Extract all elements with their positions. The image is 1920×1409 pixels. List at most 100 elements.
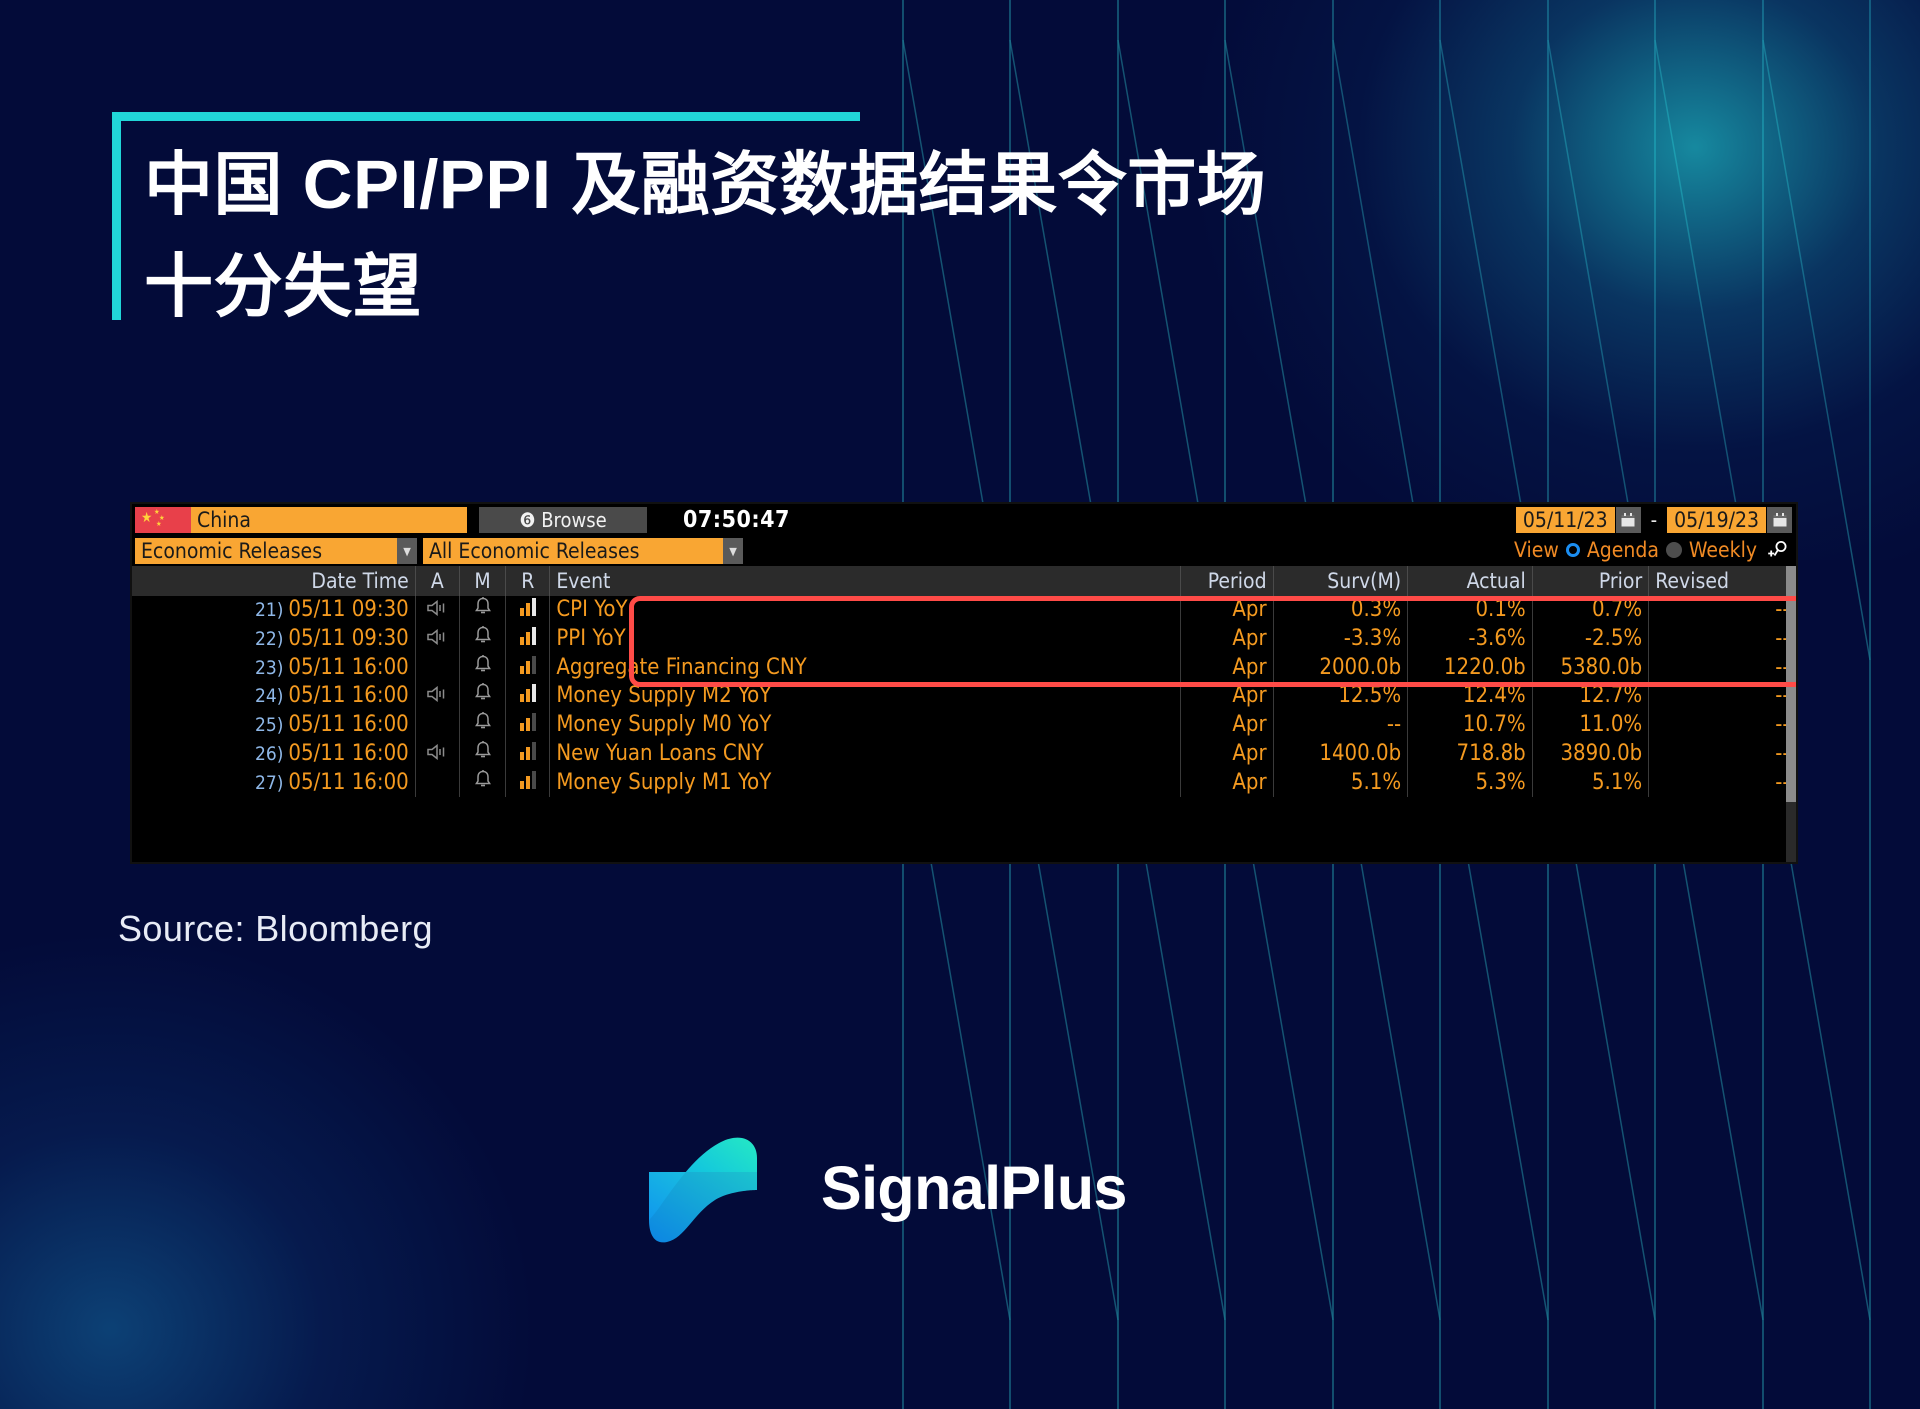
- browse-button[interactable]: ❻ Browse: [479, 507, 647, 533]
- col-a[interactable]: A: [415, 566, 460, 596]
- calendar-from-icon[interactable]: [1615, 507, 1641, 533]
- col-period[interactable]: Period: [1180, 566, 1274, 596]
- speaker-icon[interactable]: [426, 625, 448, 654]
- col-prior[interactable]: Prior: [1532, 566, 1650, 596]
- cell-surv: -3.3%: [1273, 624, 1409, 654]
- cell-relevance: [505, 682, 551, 711]
- view-mode-controls: View Agenda Weekly: [1514, 538, 1790, 562]
- calendar-to-icon[interactable]: [1767, 507, 1792, 533]
- cell-audio-alert[interactable]: [415, 711, 460, 740]
- view-option-weekly-label[interactable]: Weekly: [1689, 538, 1757, 562]
- cell-period: Apr: [1180, 624, 1274, 654]
- terminal-toolbar-row-1: ★★ ★★ China ❻ Browse 07:50:47 05/11/23: [132, 504, 1796, 536]
- speaker-icon[interactable]: [426, 682, 448, 711]
- cell-date-time: 24) 05/11 16:00: [132, 682, 416, 711]
- col-m[interactable]: M: [459, 566, 507, 596]
- cell-audio-alert[interactable]: [415, 739, 460, 769]
- filter-chevron-down-icon[interactable]: ▼: [723, 538, 743, 564]
- cell-prior: 3890.0b: [1532, 739, 1650, 769]
- cell-relevance: [505, 653, 551, 683]
- category-chevron-down-icon[interactable]: ▼: [397, 538, 417, 564]
- category-select[interactable]: Economic Releases: [135, 538, 397, 564]
- col-event[interactable]: Event: [549, 566, 1182, 596]
- table-row[interactable]: 24) 05/11 16:00 Money Supply M2 YoY Apr 12.5…: [132, 682, 1796, 711]
- cell-surv: 5.1%: [1273, 768, 1409, 798]
- row-date-time: 05/11 16:00: [288, 683, 409, 709]
- cell-actual: 5.3%: [1407, 768, 1533, 798]
- bell-icon[interactable]: [474, 740, 492, 769]
- cell-surv: --: [1273, 711, 1409, 740]
- radio-agenda[interactable]: [1565, 543, 1580, 557]
- bell-icon[interactable]: [474, 769, 492, 798]
- source-label: Source: Bloomberg: [118, 908, 433, 949]
- cell-event: Money Supply M2 YoY: [549, 682, 1182, 711]
- col-r[interactable]: R: [505, 566, 551, 596]
- cell-alarm[interactable]: [459, 768, 507, 798]
- table-row[interactable]: 21) 05/11 09:30 CPI YoY Apr 0.3% 0.1% 0.7% --: [132, 596, 1796, 625]
- country-input[interactable]: China: [191, 507, 467, 533]
- bottom-left-glow: [0, 919, 550, 1409]
- cell-revised: --: [1648, 653, 1796, 683]
- cell-alarm[interactable]: [459, 624, 507, 654]
- cell-audio-alert[interactable]: [415, 596, 460, 625]
- cell-audio-alert[interactable]: [415, 624, 460, 654]
- cell-alarm[interactable]: [459, 739, 507, 769]
- cell-period: Apr: [1180, 653, 1274, 683]
- col-actual[interactable]: Actual: [1407, 566, 1533, 596]
- bell-icon[interactable]: [474, 596, 492, 625]
- add-person-search-icon[interactable]: [1766, 539, 1790, 561]
- row-index: 25): [254, 714, 284, 737]
- cell-period: Apr: [1180, 596, 1274, 625]
- col-date-time[interactable]: Date Time: [132, 566, 416, 596]
- filter-select[interactable]: All Economic Releases: [423, 538, 723, 564]
- speaker-icon[interactable]: [426, 740, 448, 769]
- cell-audio-alert[interactable]: [415, 653, 460, 683]
- relevance-bars-icon: [519, 713, 536, 732]
- bell-icon[interactable]: [474, 711, 492, 740]
- table-row[interactable]: 23) 05/11 16:00 Aggregate Financing CNY Apr…: [132, 653, 1796, 683]
- browse-icon: ❻: [519, 508, 542, 532]
- date-range-separator: -: [1650, 508, 1658, 532]
- cell-alarm[interactable]: [459, 711, 507, 740]
- row-date-time: 05/11 16:00: [288, 654, 409, 680]
- cell-relevance: [505, 624, 551, 654]
- scrollbar-thumb[interactable]: [1786, 566, 1796, 802]
- cell-event: New Yuan Loans CNY: [549, 739, 1182, 769]
- cell-alarm[interactable]: [459, 596, 507, 625]
- table-scrollbar[interactable]: [1786, 566, 1796, 862]
- cell-surv: 1400.0b: [1273, 739, 1409, 769]
- cell-audio-alert[interactable]: [415, 682, 460, 711]
- cell-audio-alert[interactable]: [415, 768, 460, 798]
- cell-prior: 5380.0b: [1532, 653, 1650, 683]
- row-index: 22): [254, 627, 284, 650]
- table-row[interactable]: 25) 05/11 16:00 Money Supply M0 YoY Apr -- 10…: [132, 711, 1796, 740]
- table-row[interactable]: 26) 05/11 16:00 New Yuan Loans CNY Apr 1400.…: [132, 739, 1796, 769]
- cell-date-time: 23) 05/11 16:00: [132, 653, 416, 683]
- cell-date-time: 27) 05/11 16:00: [132, 768, 416, 798]
- table-row[interactable]: 22) 05/11 09:30 PPI YoY Apr -3.3% -3.6% -2.5% -…: [132, 624, 1796, 654]
- speaker-icon[interactable]: [426, 596, 448, 625]
- view-option-agenda-label[interactable]: Agenda: [1587, 538, 1659, 562]
- col-revised[interactable]: Revised: [1648, 566, 1796, 596]
- page-title: 中国 CPI/PPI 及融资数据结果令市场 十分失望: [144, 146, 1267, 326]
- date-from-input[interactable]: 05/11/23: [1515, 507, 1615, 533]
- relevance-bars-icon: [519, 770, 536, 789]
- bell-icon[interactable]: [474, 625, 492, 654]
- radio-weekly[interactable]: [1665, 542, 1682, 558]
- cell-alarm[interactable]: [459, 653, 507, 683]
- bell-icon[interactable]: [474, 654, 492, 683]
- cell-prior: 12.7%: [1532, 682, 1650, 711]
- row-date-time: 05/11 16:00: [288, 769, 409, 795]
- row-date-time: 05/11 09:30: [288, 597, 409, 623]
- col-surv[interactable]: Surv(M): [1273, 566, 1409, 596]
- cell-period: Apr: [1180, 768, 1274, 798]
- date-to-input[interactable]: 05/19/23: [1667, 507, 1766, 533]
- economic-releases-table: Date Time A M R Event Period Surv(M) Act…: [132, 566, 1796, 798]
- table-row[interactable]: 27) 05/11 16:00 Money Supply M1 YoY Apr 5.1%…: [132, 768, 1796, 798]
- cell-alarm[interactable]: [459, 682, 507, 711]
- slide-canvas: 中国 CPI/PPI 及融资数据结果令市场 十分失望 ★ ★ ★ ★ China ❻…: [0, 0, 1920, 1409]
- row-index: 26): [254, 742, 284, 765]
- cell-revised: --: [1648, 624, 1796, 654]
- bell-icon[interactable]: [474, 682, 492, 711]
- cell-actual: 10.7%: [1407, 711, 1533, 740]
